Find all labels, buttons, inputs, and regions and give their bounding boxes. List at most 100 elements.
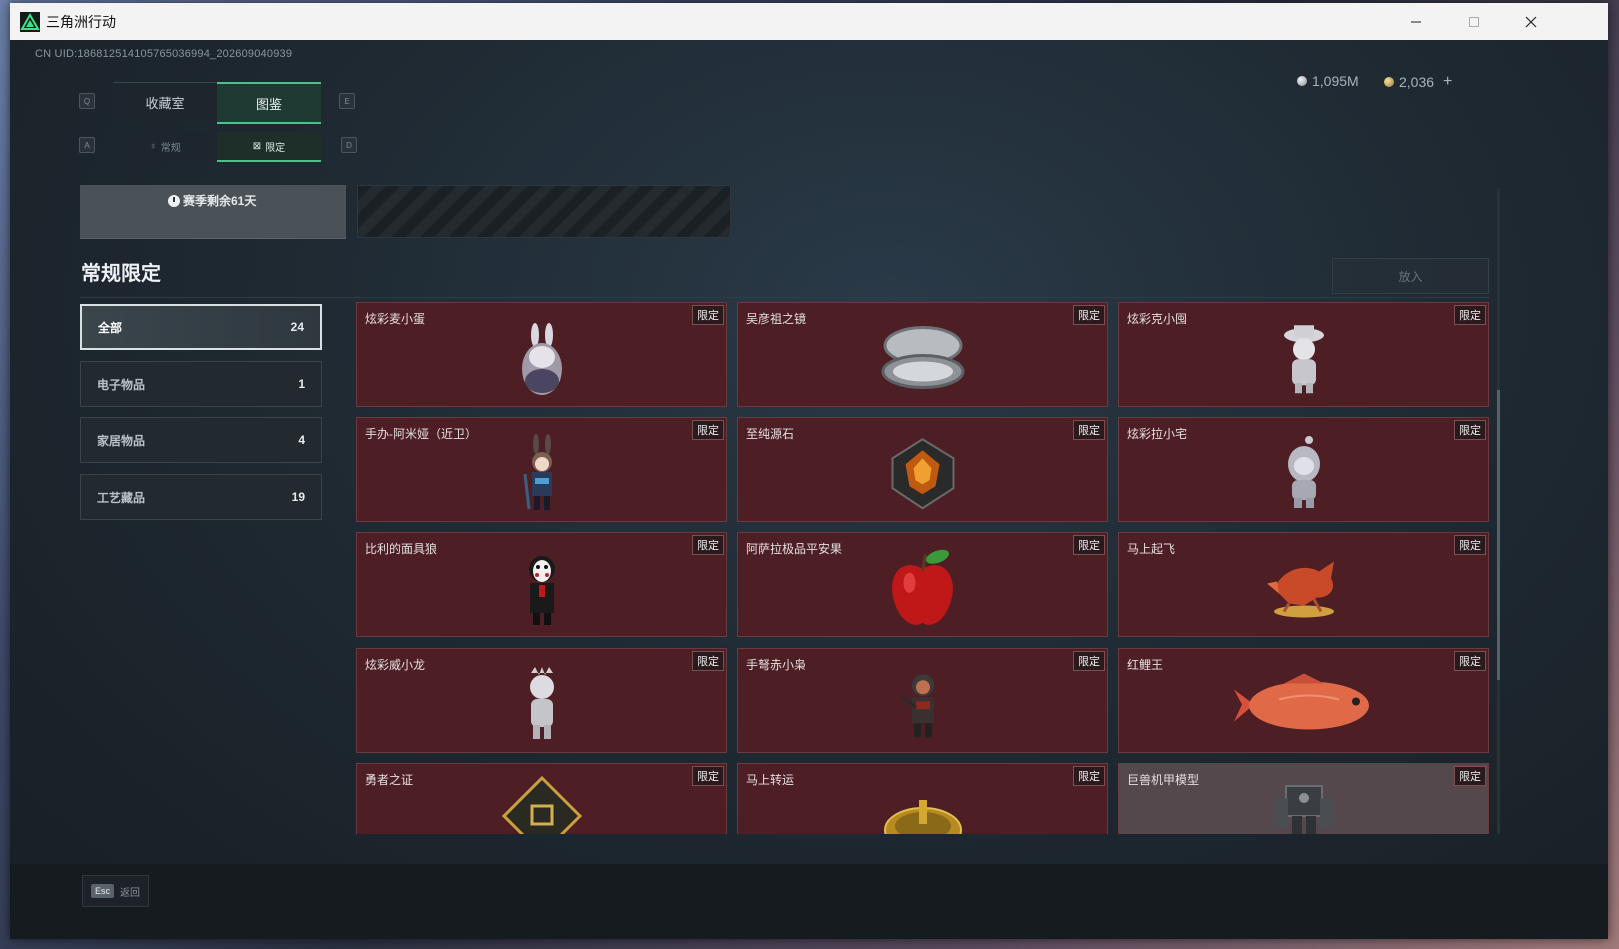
gold-currency: 2,036 + [1384,73,1452,91]
limited-badge: 限定 [1073,535,1105,555]
category-label: 全部 [98,320,123,335]
item-card[interactable]: 至纯源石 限定 [737,417,1108,522]
bunny-egg-figure-icon [521,322,562,395]
item-card[interactable]: 手弩赤小枭 限定 [737,648,1108,753]
bottom-bar [10,864,1608,939]
item-card[interactable]: 炫彩拉小宅 限定 [1118,417,1489,522]
item-name: 炫彩麦小蛋 [365,312,426,326]
crossbow-figure-icon [900,673,934,737]
limited-badge: 限定 [1454,535,1486,555]
back-label: 返回 [120,887,141,899]
item-card[interactable]: 比利的面具狼 限定 [356,532,727,637]
section-divider [80,297,1490,298]
event-banner[interactable] [357,185,731,238]
category-count: 19 [291,490,305,504]
key-hint-a: A [79,137,95,153]
tab-collection-room[interactable]: 收藏室 [113,82,217,121]
item-card[interactable]: 马上起飞 限定 [1118,532,1489,637]
item-name: 红鲤王 [1127,658,1164,672]
app-window: 三角洲行动 CN UID:18681251410576503699​4_2026… [10,3,1608,939]
clock-icon [168,194,180,207]
item-card[interactable]: 吴彦祖之镜 限定 [737,302,1108,407]
compact-mirror-icon [881,325,964,389]
category-label: 电子物品 [97,377,146,392]
item-name: 炫彩拉小宅 [1127,427,1188,441]
jigsaw-puppet-icon [528,555,555,625]
silver-amount: 1,095M [1312,73,1359,89]
maximize-button[interactable] [1445,3,1503,40]
section-title: 常规限定 [81,263,161,285]
item-card[interactable]: 炫彩克小囤 限定 [1118,302,1489,407]
item-name: 吴彦祖之镜 [746,312,807,326]
gold-coin-icon [1384,77,1394,87]
item-name: 至纯源石 [746,427,795,441]
category-home[interactable]: 家居物品 4 [80,417,322,463]
put-in-button[interactable]: 放入 [1332,258,1489,294]
limited-badge: 限定 [692,651,724,671]
limited-badge: 限定 [1454,766,1486,786]
key-hint-e: E [339,93,355,109]
limited-badge: 限定 [1073,651,1105,671]
item-name: 马上转运 [746,773,795,787]
item-name: 手办-阿米娅（近卫） [365,427,477,441]
close-button[interactable] [1502,3,1560,40]
limited-badge: 限定 [1454,420,1486,440]
item-name: 马上起飞 [1127,542,1176,556]
title-bar: 三角洲行动 [10,3,1608,40]
item-card[interactable]: 红鲤王 限定 [1118,648,1489,753]
item-grid: 炫彩麦小蛋 限定 吴彦祖之镜 限定 炫彩克小囤 限定 手办-阿米娅（近卫） 限定… [356,302,1491,834]
category-count: 1 [298,377,305,391]
item-card[interactable]: 马上转运 限定 [737,763,1108,834]
app-logo-icon [20,12,40,32]
gold-card-icon [502,776,582,834]
red-apple-icon [891,549,953,625]
season-banner[interactable]: 赛季剩余61天 [80,185,346,239]
tab-limited-label: 限定 [265,142,286,154]
item-card[interactable]: 炫彩威小龙 限定 [356,648,727,753]
minimize-button[interactable] [1387,3,1445,40]
item-name: 比利的面具狼 [365,542,438,556]
item-name: 勇者之证 [365,773,414,787]
hooded-figure-icon [1287,435,1320,508]
category-count: 24 [290,320,304,334]
item-card[interactable]: 阿萨拉极品平安果 限定 [737,532,1108,637]
limited-badge: 限定 [1073,766,1105,786]
limited-badge: 限定 [692,535,724,555]
category-crafts[interactable]: 工艺藏品 19 [80,474,322,520]
back-button[interactable]: Esc 返回 [82,875,150,907]
limited-badge: 限定 [1073,305,1105,325]
limited-badge: 限定 [1454,651,1486,671]
limited-badge: 限定 [1073,420,1105,440]
category-all[interactable]: 全部 24 [80,304,322,350]
item-name: 阿萨拉极品平安果 [746,542,843,556]
esc-key-hint: Esc [91,884,115,898]
red-carp-icon [1233,673,1369,729]
tab-regular[interactable]: ♁ 常规 [113,132,217,160]
originium-crystal-icon [891,437,954,509]
category-electronics[interactable]: 电子物品 1 [80,361,322,407]
user-uid: CN UID:18681251410576503699​4_2026090409… [35,48,293,60]
item-card[interactable]: 手办-阿米娅（近卫） 限定 [356,417,727,522]
limited-badge: 限定 [692,305,724,325]
flying-horse-icon [1266,561,1334,617]
tab-regular-label: 常规 [160,142,181,154]
key-hint-d: D [341,137,357,153]
silver-dragon-figure-icon [529,666,554,739]
item-name: 手弩赤小枭 [746,658,807,672]
season-remaining: 赛季剩余61天 [183,194,257,208]
tab-catalog[interactable]: 图鉴 [217,82,321,124]
window-title: 三角洲行动 [46,14,116,30]
tab-limited[interactable]: ⊠ 限定 [217,132,321,162]
limited-badge: 限定 [692,420,724,440]
key-hint-q: Q [79,93,95,109]
main-content: CN UID:18681251410576503699​4_2026090409… [10,40,1608,939]
scrollbar-thumb[interactable] [1497,390,1500,680]
gold-roulette-icon [884,800,962,834]
add-currency-button[interactable]: + [1443,73,1452,91]
category-count: 4 [298,433,305,447]
item-card[interactable]: 巨兽机甲模型 限定 [1118,763,1489,834]
silver-hat-figure-icon [1283,324,1324,393]
item-card[interactable]: 勇者之证 限定 [356,763,727,834]
item-card[interactable]: 炫彩麦小蛋 限定 [356,302,727,407]
amiya-figure-icon [523,433,552,510]
